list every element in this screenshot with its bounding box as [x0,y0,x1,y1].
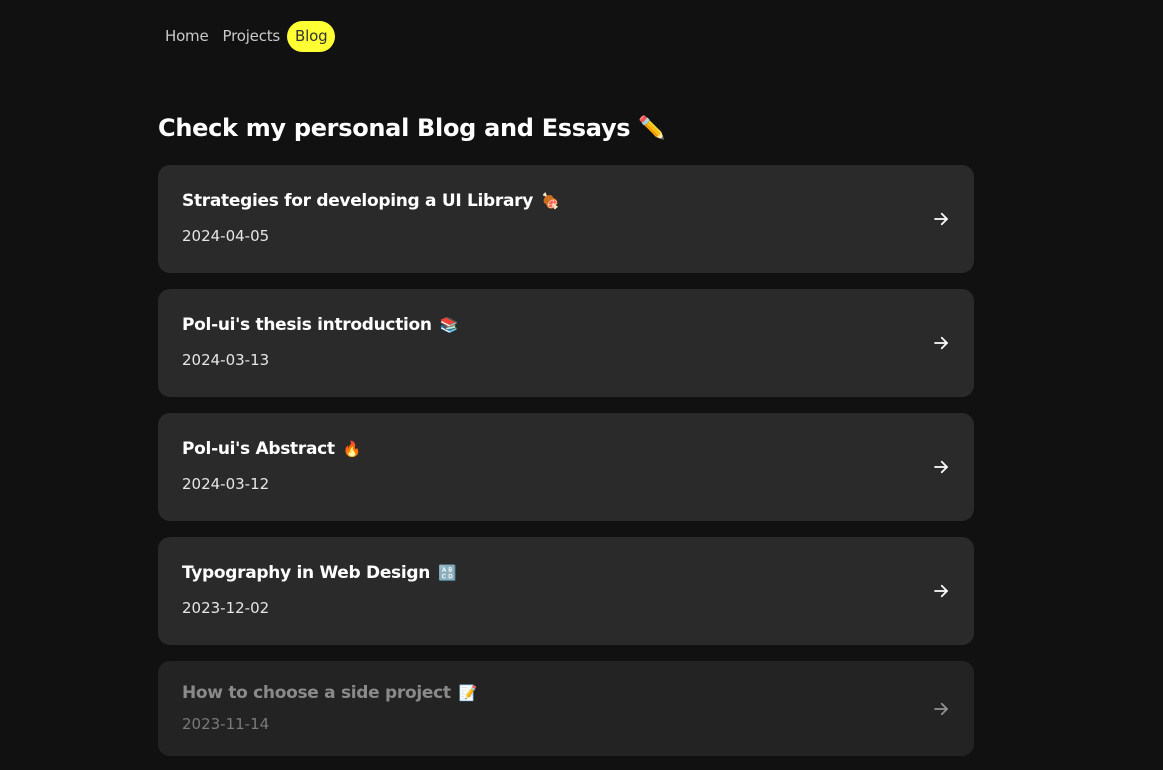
post-title: How to choose a side project 📝 [182,683,477,703]
nav-projects-link[interactable]: Projects [216,21,288,52]
nav-home-link[interactable]: Home [158,21,216,52]
post-title-text: Typography in Web Design [182,563,431,583]
blog-post-card[interactable]: Typography in Web Design 🔠 2023-12-02 [158,537,974,645]
arrow-right-icon [934,336,948,350]
post-date: 2023-11-14 [182,715,270,733]
pencil-icon: ✏️ [638,115,666,141]
post-date: 2024-04-05 [182,227,270,245]
post-title: Strategies for developing a UI Library 🍖 [182,191,560,211]
post-title: Pol-ui's thesis introduction 📚 [182,315,458,335]
post-date: 2024-03-12 [182,475,270,493]
meat-icon: 🍖 [541,191,560,210]
blog-post-card[interactable]: Pol-ui's thesis introduction 📚 2024-03-1… [158,289,974,397]
memo-icon: 📝 [458,683,478,702]
blog-post-card[interactable]: Pol-ui's Abstract 🔥 2024-03-12 [158,413,974,521]
blog-post-list: Strategies for developing a UI Library 🍖… [158,165,974,770]
arrow-right-icon [934,212,948,226]
arrow-right-icon [934,460,948,474]
post-title: Pol-ui's Abstract 🔥 [182,439,361,459]
top-nav: Home Projects Blog [158,21,336,52]
post-title: Typography in Web Design 🔠 [182,563,457,583]
post-date: 2023-12-02 [182,599,270,617]
blog-page: Home Projects Blog Check my personal Blo… [0,0,1163,770]
post-title-text: Pol-ui's thesis introduction [182,315,432,335]
post-date: 2024-03-13 [182,351,270,369]
post-title-text: Strategies for developing a UI Library [182,191,534,211]
blog-post-card[interactable]: How to choose a side project 📝 2023-11-1… [158,661,974,756]
abcd-icon: 🔠 [438,563,457,582]
arrow-right-icon [934,584,948,598]
post-title-text: How to choose a side project [182,683,451,703]
blog-post-card[interactable]: Strategies for developing a UI Library 🍖… [158,165,974,273]
page-title-text: Check my personal Blog and Essays [158,114,631,143]
post-title-text: Pol-ui's Abstract [182,439,335,459]
fire-icon: 🔥 [342,439,362,458]
page-title: Check my personal Blog and Essays ✏️ [158,114,666,143]
arrow-right-icon [934,702,948,715]
books-icon: 📚 [439,315,459,334]
nav-blog-link[interactable]: Blog [287,21,336,52]
